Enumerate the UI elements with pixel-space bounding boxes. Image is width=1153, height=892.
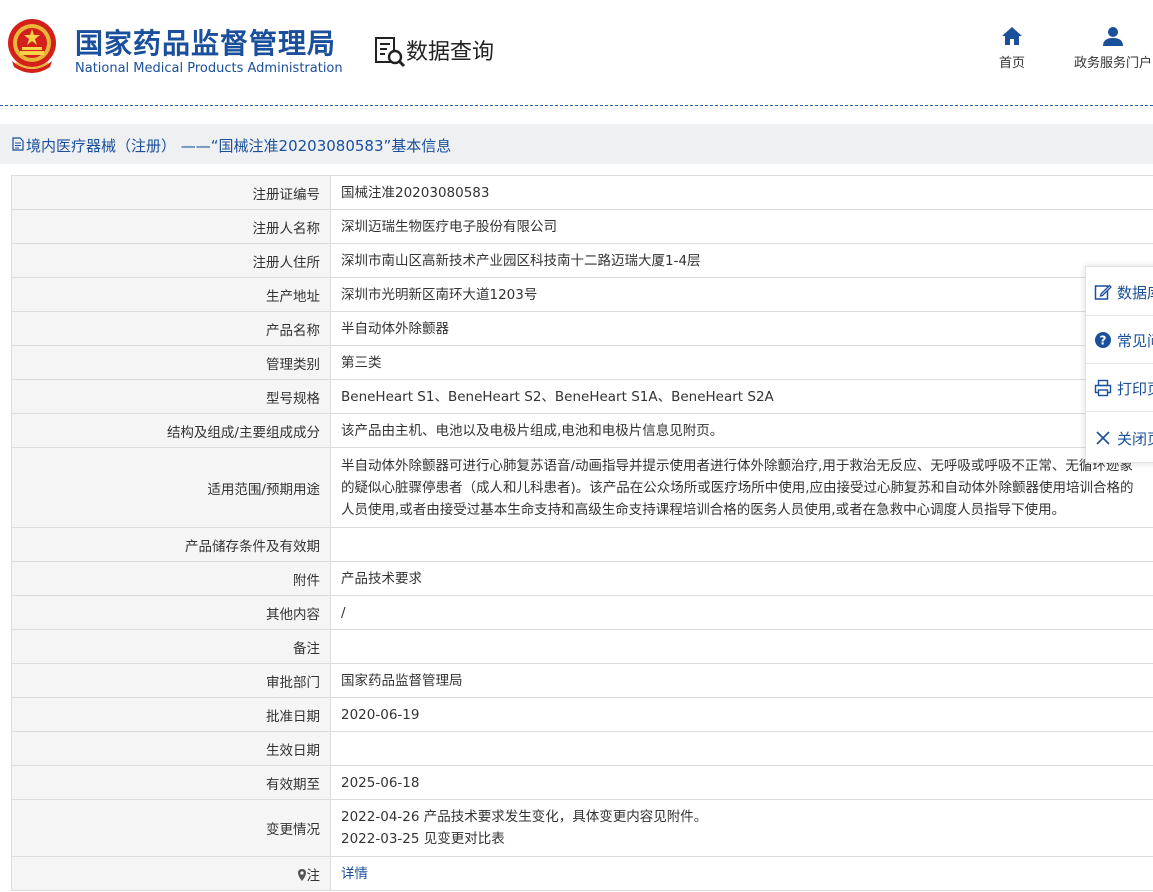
table-row: 注册人名称 深圳迈瑞生物医疗电子股份有限公司 xyxy=(11,209,1153,244)
row-value xyxy=(330,731,1153,766)
details-link[interactable]: 详情 xyxy=(341,866,368,882)
breadcrumb: 境内医疗器械（注册） ——“国械注准20203080583”基本信息 xyxy=(0,124,1153,164)
nav-home-label: 首页 xyxy=(998,56,1025,71)
side-divider xyxy=(1086,411,1153,412)
side-faq-label: 常见问 xyxy=(1117,331,1153,350)
table-row: 变更情况 2022-04-26 产品技术要求发生变化，具体变更内容见附件。 20… xyxy=(11,799,1153,857)
row-label: 型号规格 xyxy=(11,379,331,414)
row-label: 产品储存条件及有效期 xyxy=(11,527,331,562)
nav-portal-link[interactable]: 政务服务门户 xyxy=(1068,26,1153,71)
row-value: 深圳市南山区高新技术产业园区科技南十二路迈瑞大厦1-4层 xyxy=(330,243,1153,278)
floating-side-panel: 数据库 ? 常见问 打印页 关闭页 xyxy=(1085,266,1153,463)
row-value: 2025-06-18 xyxy=(330,765,1153,800)
row-value: 第三类 xyxy=(330,345,1153,380)
table-row: 审批部门 国家药品监督管理局 xyxy=(11,663,1153,698)
table-row: 有效期至 2025-06-18 xyxy=(11,765,1153,800)
org-name-cn: 国家药品监督管理局 xyxy=(75,27,337,60)
row-label: 备注 xyxy=(11,629,331,664)
table-row: 生产地址 深圳市光明新区南环大道1203号 xyxy=(11,277,1153,312)
row-label: 变更情况 xyxy=(11,799,331,857)
row-label: 产品名称 xyxy=(11,311,331,346)
breadcrumb-text: 境内医疗器械（注册） ——“国械注准20203080583”基本信息 xyxy=(26,137,452,155)
change-line-2: 2022-03-25 见变更对比表 xyxy=(341,831,505,847)
row-label: 批准日期 xyxy=(11,697,331,732)
row-value: 该产品由主机、电池以及电极片组成,电池和电极片信息见附页。 xyxy=(330,413,1153,448)
table-row: 注 详情 xyxy=(11,856,1153,891)
nav-home-link[interactable]: 首页 xyxy=(991,26,1033,71)
home-icon xyxy=(1002,27,1022,45)
row-label: 管理类别 xyxy=(11,345,331,380)
row-value: 2020-06-19 xyxy=(330,697,1153,732)
side-print-label: 打印页 xyxy=(1117,379,1153,398)
section-title: 数据查询 xyxy=(406,40,495,65)
help-icon: ? xyxy=(1095,332,1111,348)
side-divider xyxy=(1086,363,1153,364)
side-divider xyxy=(1086,315,1153,316)
side-database-button[interactable]: 数据库 xyxy=(1094,277,1153,307)
table-row: 批准日期 2020-06-19 xyxy=(11,697,1153,732)
table-row: 附件 产品技术要求 xyxy=(11,561,1153,596)
pin-icon xyxy=(297,868,306,881)
user-icon xyxy=(1103,27,1123,46)
row-label: 生产地址 xyxy=(11,277,331,312)
close-icon xyxy=(1096,431,1110,445)
row-value xyxy=(330,527,1153,562)
table-row: 适用范围/预期用途 半自动体外除颤器可进行心肺复苏语音/动画指导并提示使用者进行… xyxy=(11,447,1153,528)
row-label: 注 xyxy=(11,856,331,891)
document-icon xyxy=(12,137,24,151)
change-line-1: 2022-04-26 产品技术要求发生变化，具体变更内容见附件。 xyxy=(341,809,708,825)
row-value: / xyxy=(330,595,1153,630)
row-label: 其他内容 xyxy=(11,595,331,630)
row-value xyxy=(330,629,1153,664)
row-label: 注册人住所 xyxy=(11,243,331,278)
site-header: 国家药品监督管理局 National Medical Products Admi… xyxy=(0,0,1153,106)
row-label: 附件 xyxy=(11,561,331,596)
row-value: 产品技术要求 xyxy=(330,561,1153,596)
row-value: 深圳市光明新区南环大道1203号 xyxy=(330,277,1153,312)
intended-use-line-2: 的疑似心脏骤停患者（成人和儿科患者)。该产品在公众场所或医疗场所中使用,应由接受… xyxy=(341,479,1134,496)
row-value: 深圳迈瑞生物医疗电子股份有限公司 xyxy=(330,209,1153,244)
org-name-en: National Medical Products Administration xyxy=(75,61,343,76)
edit-icon xyxy=(1094,284,1112,300)
row-label: 生效日期 xyxy=(11,731,331,766)
detail-table: 注册证编号 国械注准20203080583 注册人名称 深圳迈瑞生物医疗电子股份… xyxy=(11,175,1153,891)
row-value: 半自动体外除颤器可进行心肺复苏语音/动画指导并提示使用者进行体外除颤治疗,用于救… xyxy=(330,447,1153,528)
row-label: 有效期至 xyxy=(11,765,331,800)
row-label: 注册人名称 xyxy=(11,209,331,244)
data-query-icon xyxy=(375,37,406,68)
side-close-label: 关闭页 xyxy=(1117,429,1153,448)
row-value: 国家药品监督管理局 xyxy=(330,663,1153,698)
row-value: 国械注准20203080583 xyxy=(330,175,1153,210)
row-value: 2022-04-26 产品技术要求发生变化，具体变更内容见附件。 2022-03… xyxy=(330,799,1153,857)
row-value: BeneHeart S1、BeneHeart S2、BeneHeart S1A、… xyxy=(330,379,1153,414)
nav-portal-label: 政务服务门户 xyxy=(1073,56,1152,71)
note-label: 注 xyxy=(306,867,321,884)
print-icon xyxy=(1094,379,1112,397)
table-row: 产品储存条件及有效期 xyxy=(11,527,1153,562)
table-row: 产品名称 半自动体外除颤器 xyxy=(11,311,1153,346)
svg-text:?: ? xyxy=(1100,334,1107,348)
side-print-button[interactable]: 打印页 xyxy=(1094,373,1153,403)
national-emblem-icon xyxy=(8,19,56,73)
row-value: 半自动体外除颤器 xyxy=(330,311,1153,346)
header-divider xyxy=(0,105,1153,106)
table-row: 管理类别 第三类 xyxy=(11,345,1153,380)
table-row: 备注 xyxy=(11,629,1153,664)
table-row: 生效日期 xyxy=(11,731,1153,766)
row-value: 详情 xyxy=(330,856,1153,891)
table-row: 结构及组成/主要组成成分 该产品由主机、电池以及电极片组成,电池和电极片信息见附… xyxy=(11,413,1153,448)
row-label: 结构及组成/主要组成成分 xyxy=(11,413,331,448)
side-close-button[interactable]: 关闭页 xyxy=(1094,423,1153,453)
row-label: 审批部门 xyxy=(11,663,331,698)
table-row: 注册人住所 深圳市南山区高新技术产业园区科技南十二路迈瑞大厦1-4层 xyxy=(11,243,1153,278)
side-faq-button[interactable]: ? 常见问 xyxy=(1094,325,1153,355)
table-row: 其他内容 / xyxy=(11,595,1153,630)
table-row: 注册证编号 国械注准20203080583 xyxy=(11,175,1153,210)
intended-use-line-1: 半自动体外除颤器可进行心肺复苏语音/动画指导并提示使用者进行体外除颤治疗,用于救… xyxy=(341,457,1133,474)
side-database-label: 数据库 xyxy=(1117,283,1153,302)
row-label: 适用范围/预期用途 xyxy=(11,447,331,528)
table-row: 型号规格 BeneHeart S1、BeneHeart S2、BeneHeart… xyxy=(11,379,1153,414)
intended-use-line-3: 人员使用,或者由接受过基本生命支持和高级生命支持课程培训合格的医务人员使用,或者… xyxy=(341,501,1066,518)
row-label: 注册证编号 xyxy=(11,175,331,210)
